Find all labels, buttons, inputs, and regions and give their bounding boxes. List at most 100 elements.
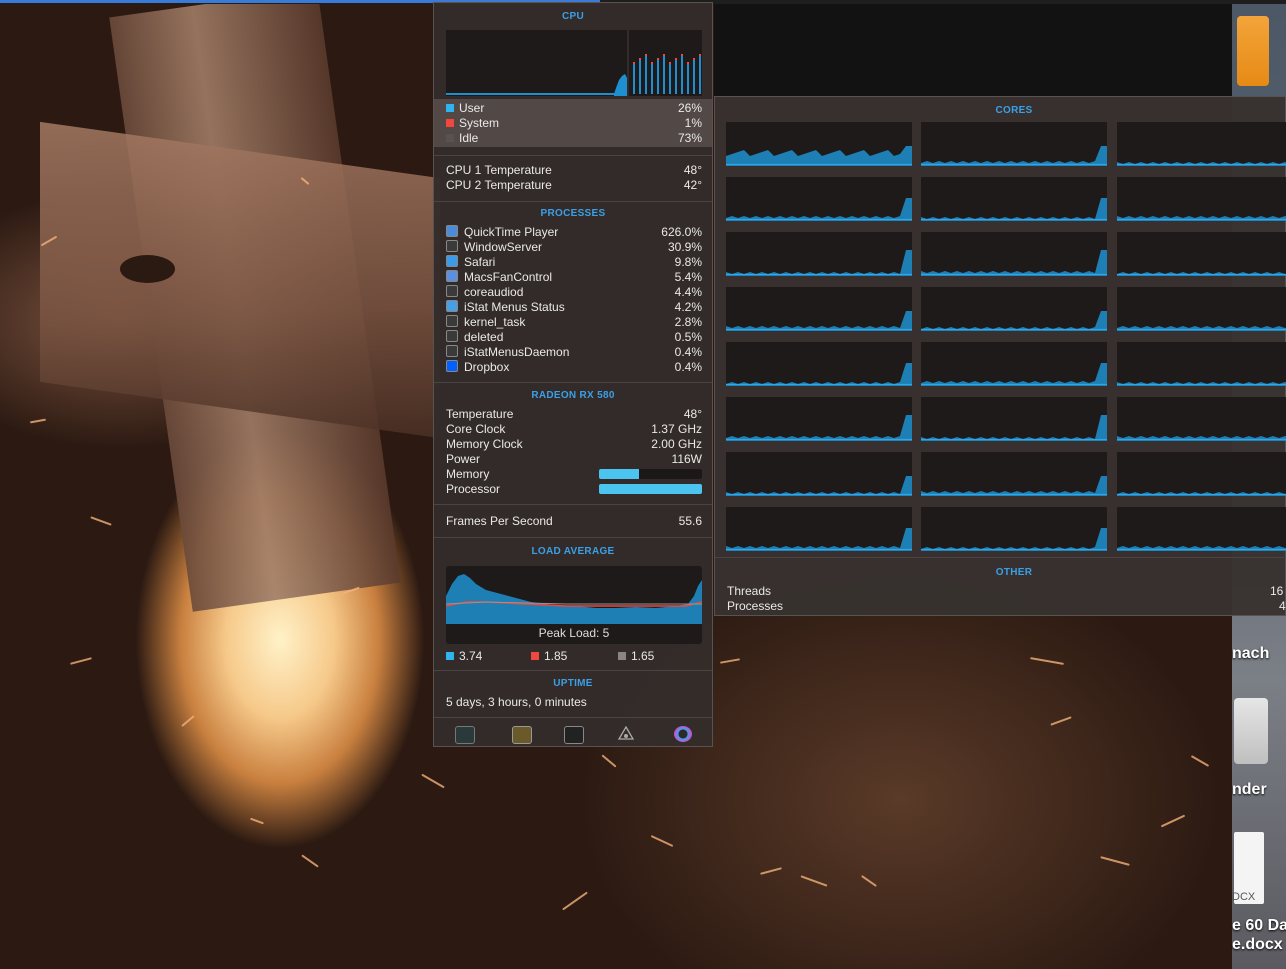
gpu-section-title: RADEON RX 580 xyxy=(531,390,615,401)
console-icon[interactable] xyxy=(564,726,584,744)
process-cpu-value: 9.8% xyxy=(674,255,702,269)
peak-load-label: Peak Load: 5 xyxy=(538,626,610,640)
process-cpu-value: 0.4% xyxy=(674,360,702,374)
divider xyxy=(434,201,712,202)
core-graph xyxy=(921,232,1107,276)
cpu-history-graph xyxy=(446,30,627,96)
process-cpu-value: 30.9% xyxy=(667,240,702,254)
other-processes-value: 4 xyxy=(1279,599,1286,613)
other-processes-label: Processes xyxy=(727,599,784,613)
core-graph xyxy=(921,397,1107,441)
cpu-idle-label: Idle xyxy=(459,131,479,145)
uptime-value: 5 days, 3 hours, 0 minutes xyxy=(446,695,587,709)
core-graph xyxy=(726,452,912,496)
process-row[interactable]: Dropbox 0.4% xyxy=(446,360,702,375)
drive-icon[interactable] xyxy=(1234,698,1268,764)
cpu2-temp-row: CPU 2 Temperature 42° xyxy=(446,178,702,193)
background-window[interactable] xyxy=(714,4,1232,97)
process-name: QuickTime Player xyxy=(464,225,559,239)
process-cpu-value: 2.8% xyxy=(674,315,702,329)
process-row[interactable]: iStatMenusDaemon 0.4% xyxy=(446,345,702,360)
istat-settings-icon[interactable] xyxy=(674,726,692,742)
process-row[interactable]: iStat Menus Status 4.2% xyxy=(446,300,702,315)
gpu-power-row: Power 116W xyxy=(446,452,702,467)
core-graph xyxy=(921,507,1107,551)
user-legend-swatch xyxy=(446,104,454,112)
other-section-title: OTHER xyxy=(995,567,1033,578)
load-1min-swatch xyxy=(446,652,454,660)
disk-utility-icon[interactable] xyxy=(617,725,635,742)
process-name: iStat Menus Status xyxy=(464,300,565,314)
load-average-graph: Peak Load: 5 xyxy=(446,566,702,644)
gpu-memory-label: Memory xyxy=(446,467,490,481)
desktop-label-3[interactable]: e 60 Da xyxy=(1232,917,1286,935)
process-row[interactable]: QuickTime Player 626.0% xyxy=(446,225,702,240)
process-cpu-value: 4.4% xyxy=(674,285,702,299)
terminal-icon xyxy=(446,285,458,297)
process-cpu-value: 5.4% xyxy=(674,270,702,284)
cpu-user-label: User xyxy=(459,101,485,115)
cpu1-temp-row: CPU 1 Temperature 48° xyxy=(446,163,702,178)
process-row[interactable]: Safari 9.8% xyxy=(446,255,702,270)
gpu-core-clock-row: Core Clock 1.37 GHz xyxy=(446,422,702,437)
gpu-processor-label: Processor xyxy=(446,482,501,496)
cpu-system-row: System 1% xyxy=(446,116,702,131)
core-graph xyxy=(1117,397,1286,441)
load-1min-value: 3.74 xyxy=(459,649,483,663)
core-graph xyxy=(921,177,1107,221)
process-row[interactable]: WindowServer 30.9% xyxy=(446,240,702,255)
gpu-memory-bar xyxy=(599,469,702,479)
fan-icon xyxy=(446,270,458,282)
gpu-temp-value: 48° xyxy=(683,407,702,421)
cpu-user-row: User 26% xyxy=(446,101,702,116)
desktop-label-2[interactable]: nder xyxy=(1232,781,1267,799)
gpu-memory-bar-fill xyxy=(599,469,640,479)
activity-monitor-icon[interactable] xyxy=(455,726,475,744)
process-row[interactable]: coreaudiod 4.4% xyxy=(446,285,702,300)
threads-value: 16 xyxy=(1270,584,1284,598)
divider xyxy=(434,717,712,718)
system-report-icon[interactable] xyxy=(512,726,532,744)
cpu-idle-row: Idle 73% xyxy=(446,131,702,146)
core-graph xyxy=(1117,177,1286,221)
load-15min: 1.65 xyxy=(618,649,654,664)
process-row[interactable]: kernel_task 2.8% xyxy=(446,315,702,330)
istat-cores-panel: CORES OTHER Threads 16 Processes 4 xyxy=(714,96,1286,616)
istat-icon xyxy=(446,300,458,312)
process-name: iStatMenusDaemon xyxy=(464,345,570,359)
fps-value: 55.6 xyxy=(678,514,702,528)
cpu1-temp-value: 48° xyxy=(683,163,702,177)
cpu-system-value: 1% xyxy=(684,116,702,130)
cores-grid xyxy=(715,97,1286,557)
load-5min-value: 1.85 xyxy=(544,649,568,663)
gpu-processor-bar xyxy=(599,484,702,494)
desktop-label-4[interactable]: e.docx xyxy=(1232,936,1283,954)
wallpaper-hammer-hole xyxy=(120,255,175,283)
document-extension: DCX xyxy=(1232,891,1256,903)
fps-row: Frames Per Second 55.6 xyxy=(446,514,702,529)
process-row[interactable]: deleted 0.5% xyxy=(446,330,702,345)
divider xyxy=(434,537,712,538)
process-name: kernel_task xyxy=(464,315,526,329)
divider xyxy=(715,557,1286,558)
gpu-memory-clock-row: Memory Clock 2.00 GHz xyxy=(446,437,702,452)
process-cpu-value: 0.4% xyxy=(674,345,702,359)
gpu-core-clock-label: Core Clock xyxy=(446,422,506,436)
terminal-icon xyxy=(446,345,458,357)
core-graph xyxy=(921,287,1107,331)
gpu-memory-clock-label: Memory Clock xyxy=(446,437,523,451)
process-name: Safari xyxy=(464,255,496,269)
external-disk-icon[interactable] xyxy=(1237,16,1269,86)
desktop-label-1[interactable]: nach xyxy=(1232,645,1269,663)
process-row[interactable]: MacsFanControl 5.4% xyxy=(446,270,702,285)
gpu-temp-label: Temperature xyxy=(446,407,514,421)
processes-section-title: PROCESSES xyxy=(540,208,606,219)
process-cpu-value: 626.0% xyxy=(661,225,702,239)
core-graph xyxy=(1117,452,1286,496)
core-graph xyxy=(726,287,912,331)
quicktime-icon xyxy=(446,225,458,237)
process-name: coreaudiod xyxy=(464,285,524,299)
terminal-icon xyxy=(446,240,458,252)
uptime-section-title: UPTIME xyxy=(553,678,593,689)
core-graph xyxy=(726,507,912,551)
